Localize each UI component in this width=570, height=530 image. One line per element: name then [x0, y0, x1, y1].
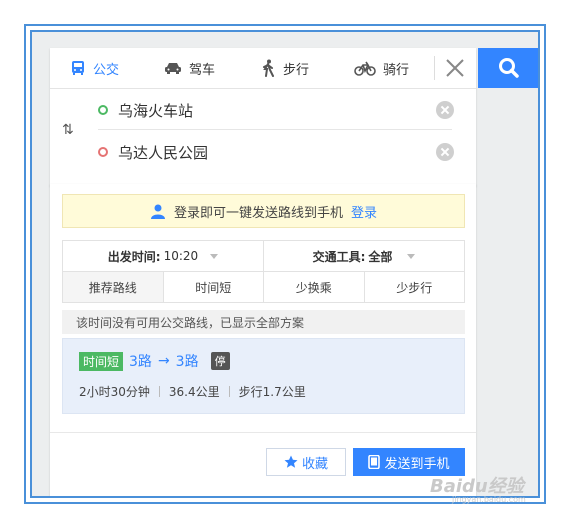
- sort-fewest-transfers[interactable]: 少换乘: [263, 272, 364, 302]
- route-summary: 时间短 3路 → 3路 停: [79, 351, 230, 371]
- clear-origin-icon[interactable]: [436, 101, 454, 119]
- route-card[interactable]: 时间短 3路 → 3路 停 2小时30分钟 36.4公里 步行1.7公里: [62, 338, 465, 414]
- bus-icon: [72, 61, 84, 75]
- fastest-badge: 时间短: [79, 351, 124, 371]
- send-label: 发送到手机: [384, 456, 450, 472]
- tab-bike-label: 骑行: [383, 62, 410, 78]
- route-distance: 36.4公里: [168, 385, 220, 399]
- origin-value: 乌海火车站: [118, 101, 194, 120]
- meta-divider: [228, 386, 230, 397]
- login-prompt-text: 登录即可一键发送路线到手机: [173, 205, 343, 221]
- route-line-from: 3路: [129, 354, 152, 370]
- destination-field[interactable]: 乌达人民公园: [98, 132, 462, 172]
- route-line-to: 3路: [175, 354, 199, 370]
- tab-walk-label: 步行: [283, 62, 310, 78]
- route-walk: 步行1.7公里: [238, 385, 306, 399]
- walk-icon: [263, 59, 274, 77]
- origin-dot-icon: [98, 105, 108, 115]
- travel-mode-tabs: 公交 驾车 步行 骑行: [50, 48, 476, 89]
- transport-label: 交通工具:: [312, 249, 366, 264]
- destination-value: 乌达人民公园: [118, 143, 209, 162]
- user-icon: [150, 204, 165, 219]
- stop-badge: 停: [210, 352, 230, 370]
- route-result-panel: 登录即可一键发送路线到手机 登录 出发时间: 10:20 交通工具: 全部 推荐…: [50, 184, 476, 496]
- car-icon: [165, 63, 181, 74]
- map-viewport: 公交 驾车 步行 骑行 ⇅ 乌海火车站 乌达人民公园 登录即可一键发送路线到手机…: [30, 30, 540, 498]
- favorite-button[interactable]: 收藏: [266, 448, 346, 476]
- tab-walk[interactable]: 步行: [260, 48, 309, 88]
- clear-destination-icon[interactable]: [436, 143, 454, 161]
- depart-time-select[interactable]: 出发时间: 10:20: [63, 241, 263, 271]
- tab-car-label: 驾车: [189, 62, 216, 78]
- route-meta: 2小时30分钟 36.4公里 步行1.7公里: [79, 383, 306, 400]
- transport-value: 全部: [368, 249, 393, 264]
- sort-tabs: 推荐路线 时间短 少换乘 少步行: [62, 271, 465, 303]
- depart-time-value: 10:20: [163, 249, 199, 263]
- destination-dot-icon: [98, 147, 108, 157]
- field-divider: [98, 129, 452, 130]
- sort-least-walking[interactable]: 少步行: [363, 272, 465, 302]
- star-icon: [284, 455, 298, 468]
- route-input-panel: 公交 驾车 步行 骑行 ⇅ 乌海火车站 乌达人民公园: [50, 48, 476, 186]
- chevron-down-icon: [210, 253, 219, 259]
- route-options-row: 出发时间: 10:20 交通工具: 全部: [62, 240, 465, 272]
- favorite-label: 收藏: [301, 456, 328, 472]
- tab-bike[interactable]: 骑行: [354, 48, 409, 88]
- close-icon[interactable]: [444, 57, 466, 79]
- watermark-url: jingyan.baidu.com: [452, 495, 526, 504]
- tab-car[interactable]: 驾车: [164, 48, 215, 88]
- chevron-down-icon: [407, 253, 416, 259]
- tab-divider: [434, 56, 435, 80]
- login-link[interactable]: 登录: [351, 202, 377, 221]
- tab-bus[interactable]: 公交: [70, 48, 119, 88]
- depart-time-label: 出发时间:: [107, 249, 161, 264]
- origin-field[interactable]: 乌海火车站: [98, 90, 462, 130]
- tab-bus-label: 公交: [93, 62, 120, 78]
- route-duration: 2小时30分钟: [79, 385, 150, 399]
- no-route-notice: 该时间没有可用公交路线，已显示全部方案: [62, 310, 465, 334]
- meta-divider: [158, 386, 160, 397]
- actions-divider: [50, 432, 476, 433]
- transport-select[interactable]: 交通工具: 全部: [263, 241, 464, 271]
- login-prompt-bar: 登录即可一键发送路线到手机 登录: [62, 194, 465, 228]
- search-icon: [499, 58, 519, 78]
- sort-shortest-time[interactable]: 时间短: [162, 272, 264, 302]
- swap-icon[interactable]: ⇅: [62, 122, 74, 138]
- bike-icon: [354, 61, 376, 76]
- arrow-icon: →: [157, 353, 170, 369]
- sort-recommended[interactable]: 推荐路线: [63, 272, 163, 302]
- phone-icon: [368, 455, 381, 469]
- search-button[interactable]: [478, 48, 538, 88]
